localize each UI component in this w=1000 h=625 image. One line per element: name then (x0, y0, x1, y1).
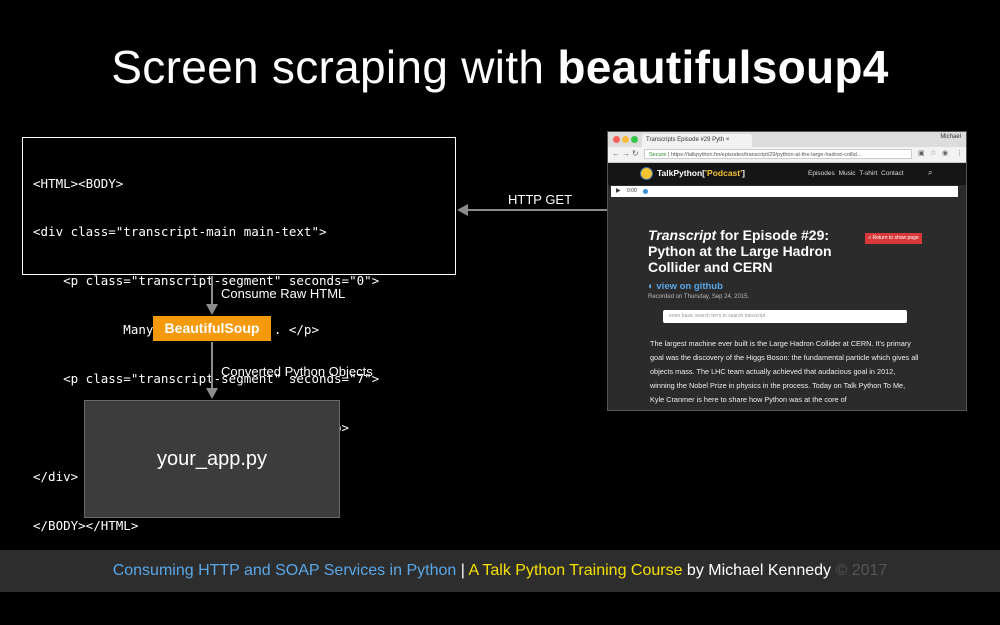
http-get-arrow (468, 209, 607, 211)
http-get-arrowhead (457, 204, 468, 216)
footer-copyright: © 2017 (835, 562, 888, 579)
footer-training: A Talk Python Training Course (468, 562, 683, 579)
browser-screenshot: Transcripts Episode #29 Pyth × Michael ←… (607, 131, 967, 411)
code-line: <div class="transcript-main main-text"> (33, 224, 327, 240)
extension-icon: ◉ (942, 150, 949, 157)
star-icon: ☆ (930, 150, 937, 157)
audio-player: ▶ 0:00 (611, 186, 958, 197)
github-link: ◐ view on github (648, 281, 723, 292)
html-code-box: <HTML><BODY> <div class="transcript-main… (22, 137, 456, 533)
beautifulsoup-box: BeautifulSoup (153, 316, 271, 341)
consume-arrow (211, 276, 213, 306)
site-nav-links: Episodes Music T-shirt Contact (808, 170, 904, 177)
site-nav: TalkPython['Podcast'] Episodes Music T-s… (608, 163, 966, 185)
minimize-dot-icon (622, 136, 629, 143)
reload-icon: ↻ (632, 149, 639, 158)
page-content: Transcript for Episode #29: Python at th… (608, 199, 966, 410)
browser-address-bar: ← → ↻ Secure | https://talkpython.fm/epi… (608, 147, 966, 163)
converted-arrowhead (206, 388, 218, 399)
transcript-search-input: enter basic search term to search transc… (663, 310, 907, 323)
talkpython-logo-icon (640, 167, 653, 180)
tab-close-icon: × (725, 137, 730, 143)
browser-tab: Transcripts Episode #29 Pyth × (642, 134, 752, 147)
nav-episodes: Episodes (808, 170, 835, 177)
site-name: TalkPython['Podcast'] (657, 168, 745, 178)
return-to-show-button: « Return to show page (865, 233, 922, 244)
menu-icon: ⋮ (956, 150, 963, 157)
episode-title: Transcript for Episode #29: Python at th… (648, 227, 832, 275)
forward-icon: → (622, 149, 630, 158)
back-icon: ← (612, 149, 620, 158)
consume-arrowhead (206, 304, 218, 315)
slide-title: Screen scraping with beautifulsoup4 (111, 41, 889, 93)
browser-tab-bar: Transcripts Episode #29 Pyth × Michael (608, 132, 966, 147)
transcript-body: The largest machine ever built is the La… (650, 339, 919, 404)
app-label: your_app.py (156, 447, 268, 470)
footer-bar: Consuming HTTP and SOAP Services in Pyth… (0, 550, 1000, 592)
converted-arrow (211, 342, 213, 389)
consume-label: Consume Raw HTML (221, 286, 346, 301)
github-icon: ◐ (648, 281, 654, 292)
nav-music: Music (838, 170, 856, 177)
player-time: 0:00 (627, 188, 637, 194)
footer-course: Consuming HTTP and SOAP Services in Pyth… (112, 562, 457, 579)
extension-icon: ▣ (918, 150, 925, 157)
code-line: </BODY></HTML> (33, 517, 139, 533)
browser-user: Michael (940, 134, 961, 140)
footer-sep: | (456, 562, 469, 579)
nav-contact: Contact (881, 170, 904, 177)
http-get-label: HTTP GET (508, 192, 573, 207)
recorded-date: Recorded on Thursday, Sep 24, 2015. (648, 294, 750, 300)
code-line: <HTML><BODY> (33, 175, 124, 191)
secure-label: Secure (649, 152, 667, 158)
footer-by: by Michael Kennedy (682, 562, 836, 579)
search-icon: ⌕ (928, 168, 933, 177)
player-progress-dot (643, 189, 648, 194)
close-dot-icon (613, 136, 620, 143)
nav-tshirt: T-shirt (859, 170, 878, 177)
play-icon: ▶ (616, 188, 621, 194)
converted-label: Converted Python Objects (221, 364, 373, 379)
maximize-dot-icon (631, 136, 638, 143)
url-field: Secure | https://talkpython.fm/episodes/… (644, 149, 912, 159)
app-box: your_app.py (84, 400, 340, 518)
